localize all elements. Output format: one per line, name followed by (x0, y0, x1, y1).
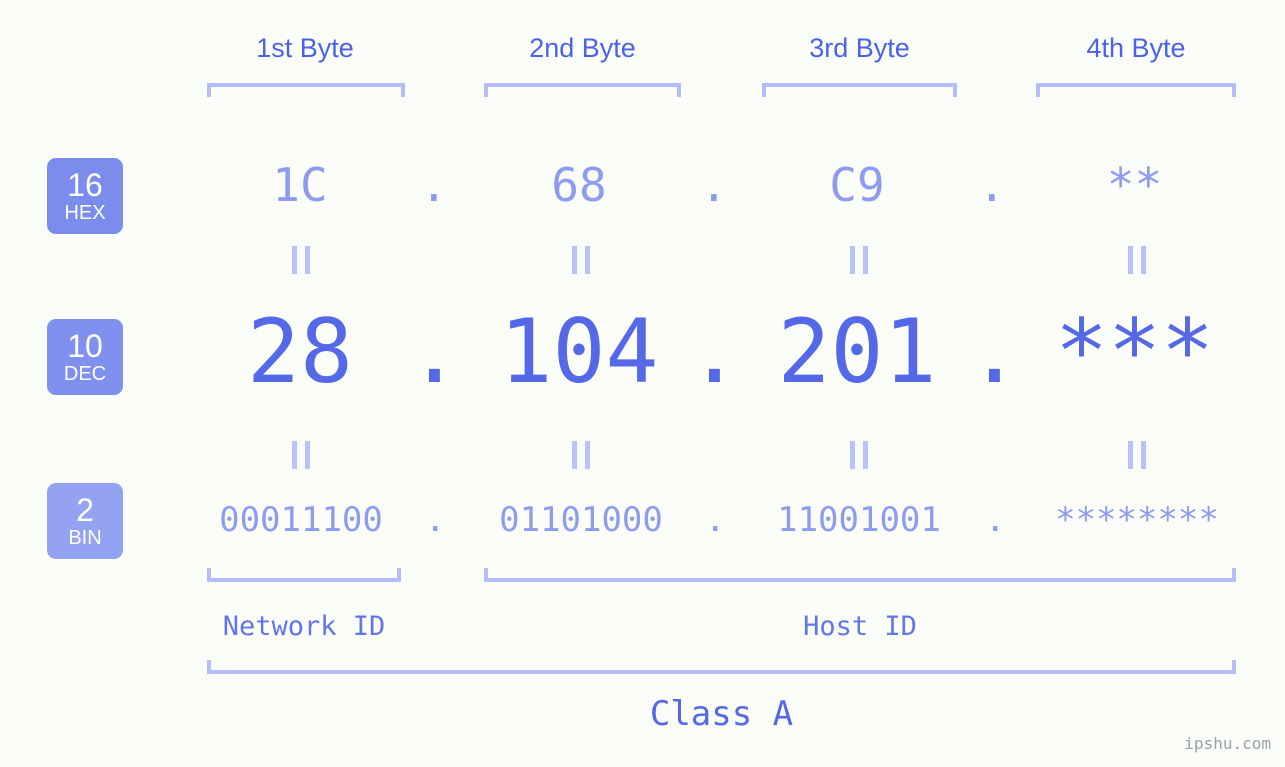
dec-byte-3: 201 (777, 300, 937, 403)
bin-byte-3: 11001001 (777, 500, 941, 540)
site-watermark: ipshu.com (1184, 734, 1271, 753)
dec-separator-2: . (688, 300, 741, 403)
bin-separator-2: . (705, 500, 726, 540)
bin-byte-1: 00011100 (219, 500, 383, 540)
base-badge-hex: 16 HEX (47, 158, 123, 234)
equality-connector-hex-dec-4 (1128, 246, 1146, 274)
byte-bracket-2 (484, 83, 681, 97)
ip-address-breakdown-diagram: 1st Byte 2nd Byte 3rd Byte 4th Byte 16 H… (0, 0, 1285, 767)
dec-byte-1: 28 (247, 300, 353, 403)
byte-header-2: 2nd Byte (529, 33, 636, 63)
base-badge-hex-number: 16 (67, 167, 103, 203)
equality-connector-hex-dec-3 (850, 246, 868, 274)
base-badge-bin: 2 BIN (47, 483, 123, 559)
dec-byte-4: *** (1055, 300, 1214, 403)
class-bracket (207, 660, 1236, 674)
equality-connector-hex-dec-1 (292, 246, 310, 274)
hex-separator-3: . (978, 158, 1006, 212)
hex-byte-4: ** (1106, 158, 1163, 212)
equality-connector-dec-bin-3 (850, 441, 868, 469)
base-badge-bin-number: 2 (76, 492, 94, 528)
hex-separator-1: . (420, 158, 448, 212)
byte-header-3: 3rd Byte (809, 33, 910, 63)
hex-separator-2: . (700, 158, 728, 212)
base-badge-dec: 10 DEC (47, 319, 123, 395)
equality-connector-dec-bin-1 (292, 441, 310, 469)
dec-byte-2: 104 (499, 300, 659, 403)
dec-separator-3: . (968, 300, 1021, 403)
base-badge-bin-name: BIN (68, 527, 102, 549)
base-badge-dec-number: 10 (67, 328, 103, 364)
byte-header-4: 4th Byte (1086, 33, 1186, 63)
byte-bracket-4 (1036, 83, 1236, 97)
equality-connector-dec-bin-4 (1128, 441, 1146, 469)
bin-byte-2: 01101000 (499, 500, 663, 540)
byte-bracket-1 (207, 83, 405, 97)
base-badge-dec-name: DEC (63, 363, 107, 385)
host-id-label: Host ID (803, 611, 917, 642)
equality-connector-hex-dec-2 (572, 246, 590, 274)
equality-connector-dec-bin-2 (572, 441, 590, 469)
bin-byte-4: ******** (1055, 500, 1219, 540)
hex-byte-2: 68 (551, 158, 607, 212)
bin-separator-3: . (985, 500, 1006, 540)
hex-byte-1: 1C (272, 158, 328, 212)
network-id-label: Network ID (222, 611, 386, 642)
bin-separator-1: . (425, 500, 446, 540)
base-badge-hex-name: HEX (64, 202, 106, 224)
hex-byte-3: C9 (829, 158, 885, 212)
dec-separator-1: . (408, 300, 461, 403)
byte-header-1: 1st Byte (256, 33, 354, 63)
byte-bracket-3 (762, 83, 957, 97)
host-id-bracket (484, 568, 1236, 582)
network-id-bracket (207, 568, 401, 582)
class-label: Class A (649, 694, 794, 734)
